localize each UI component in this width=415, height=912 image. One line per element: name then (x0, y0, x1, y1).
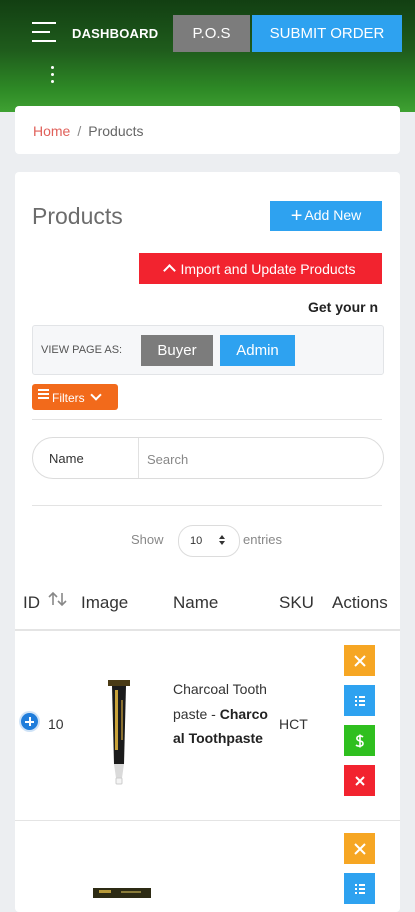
products-card: Products + Add New Import and Update Prod… (15, 172, 400, 912)
search-divider (138, 438, 139, 478)
details-action-button[interactable] (344, 685, 375, 716)
plus-icon: + (290, 204, 303, 227)
product-sku: HCT (279, 716, 308, 732)
brand-title: DASHBOARD (72, 26, 159, 41)
name-search-field: Name (32, 437, 384, 479)
add-new-label: Add New (304, 206, 362, 223)
divider (32, 505, 382, 506)
column-header-name[interactable]: Name (173, 593, 218, 613)
column-header-actions: Actions (332, 593, 388, 612)
divider (32, 419, 382, 420)
sort-icon[interactable] (48, 590, 68, 608)
view-page-as-panel: VIEW PAGE AS: Buyer Admin (32, 325, 384, 375)
entries-select[interactable]: 10 (178, 525, 240, 557)
row-divider (15, 820, 400, 821)
close-action-button[interactable] (344, 833, 375, 864)
search-input[interactable] (145, 444, 369, 474)
close-icon (353, 842, 366, 855)
select-arrows-icon (219, 535, 227, 547)
money-icon (354, 734, 364, 747)
close-icon (353, 654, 366, 667)
entries-value: 10 (190, 535, 203, 547)
product-name-separator: - (207, 705, 220, 722)
delete-action-button[interactable] (344, 765, 375, 796)
breadcrumb-card: Home / Products (15, 106, 400, 154)
delete-icon (354, 775, 365, 786)
filters-label: Filters (52, 391, 85, 405)
add-new-button[interactable]: + Add New (270, 201, 382, 231)
top-header: DASHBOARD P.O.S SUBMIT ORDER (0, 0, 415, 112)
view-as-admin-button[interactable]: Admin (220, 335, 295, 366)
list-icon (354, 695, 365, 706)
column-header-image: Image (81, 593, 129, 612)
breadcrumb-separator: / (77, 123, 82, 139)
table-header-divider (15, 629, 400, 631)
promo-text: Get your n (308, 299, 379, 315)
breadcrumb: Home / Products (33, 123, 144, 139)
import-update-products-button[interactable]: Import and Update Products (139, 253, 382, 284)
chevron-down-icon (90, 389, 102, 401)
product-id: 10 (48, 716, 64, 732)
entries-label: entries (243, 532, 283, 547)
import-label: Import and Update Products (180, 260, 356, 277)
list-icon (354, 883, 365, 894)
hamburger-menu-icon[interactable] (32, 22, 58, 44)
menu-bars-icon (38, 389, 49, 401)
product-image[interactable] (93, 884, 151, 898)
column-header-id[interactable]: ID (23, 593, 40, 613)
show-label: Show (131, 532, 164, 547)
breadcrumb-current: Products (88, 123, 144, 139)
entries-control: Show 10 entries (15, 524, 400, 558)
pricing-action-button[interactable] (344, 725, 375, 756)
details-action-button[interactable] (344, 873, 375, 904)
page-title: Products (32, 203, 123, 229)
view-as-buyer-button[interactable]: Buyer (141, 335, 213, 366)
column-header-sku[interactable]: SKU (279, 593, 314, 613)
close-action-button[interactable] (344, 645, 375, 676)
expand-row-icon[interactable] (21, 713, 38, 730)
product-name: Charcoal Toothpaste - Charcoal Toothpast… (173, 677, 273, 751)
product-image[interactable] (103, 680, 135, 786)
view-page-as-label: VIEW PAGE AS: (41, 344, 123, 356)
search-field-label: Name (49, 451, 84, 466)
chevron-up-icon (163, 263, 177, 277)
submit-order-button[interactable]: SUBMIT ORDER (252, 15, 402, 52)
breadcrumb-home-link[interactable]: Home (33, 123, 70, 139)
pos-button[interactable]: P.O.S (173, 15, 250, 52)
filters-button[interactable]: Filters (32, 384, 118, 410)
more-options-icon[interactable] (48, 66, 56, 88)
